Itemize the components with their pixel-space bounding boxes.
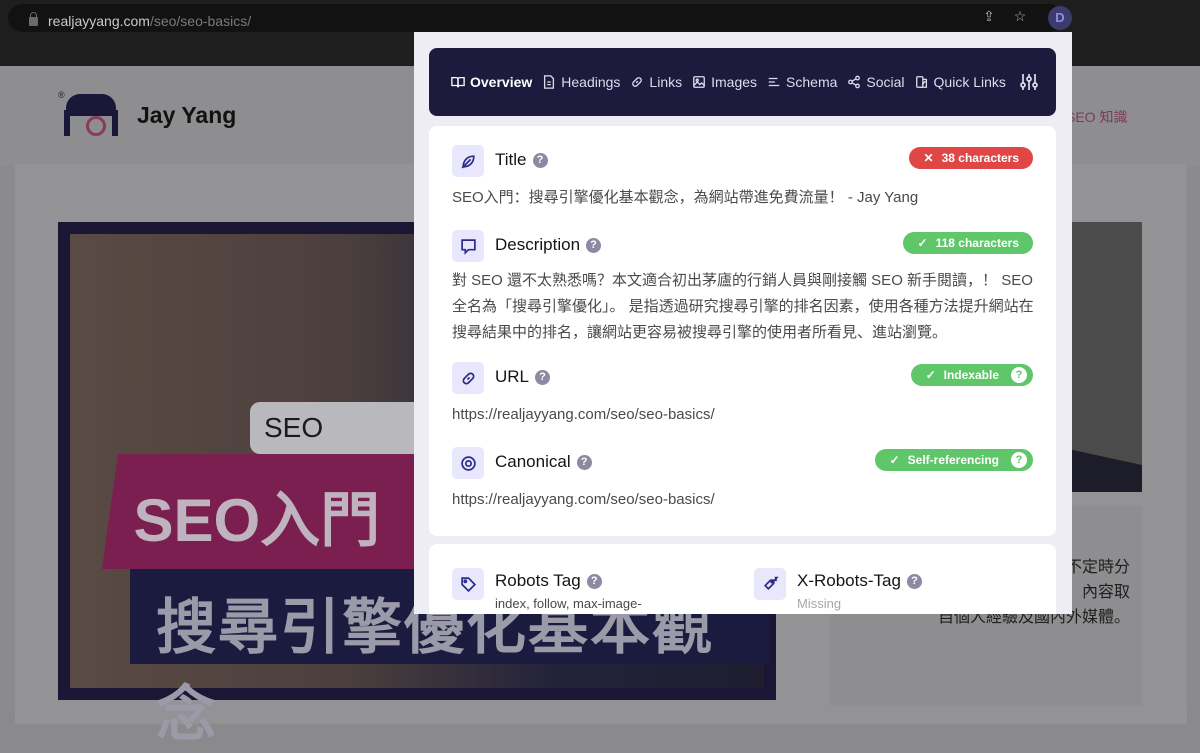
bars-icon [768, 77, 780, 87]
section-title: Title? [495, 150, 548, 170]
tab-links[interactable]: Links [630, 74, 682, 90]
tab-quick-links[interactable]: Quick Links [915, 74, 1006, 90]
help-icon[interactable]: ? [586, 238, 602, 253]
x-robots-tag-label: X-Robots-Tag [797, 571, 901, 590]
address-bar[interactable]: realjayyang.com/seo/seo-basics/ [8, 4, 1063, 32]
share-icon [848, 75, 861, 89]
book-open-icon [451, 76, 465, 88]
magnifier-icon [86, 116, 106, 136]
title-icon-box [452, 145, 484, 177]
check-icon: ✓ [889, 453, 900, 467]
bookmark-star-icon[interactable]: ☆ [1011, 8, 1029, 25]
badge-text: Self-referencing [907, 453, 999, 467]
url-text[interactable]: realjayyang.com/seo/seo-basics/ [48, 13, 251, 29]
help-icon[interactable]: ? [586, 574, 602, 589]
robots-icon-box [452, 568, 484, 600]
registered-mark: ® [58, 90, 65, 100]
title-length-badge: ✕ 38 characters [908, 147, 1033, 169]
section-title: Description? [495, 235, 602, 255]
help-icon[interactable]: ? [535, 370, 551, 385]
canonical-value[interactable]: https://realjayyang.com/seo/seo-basics/ [452, 489, 1042, 511]
tab-label: Links [649, 74, 683, 90]
seo-extension-popup: Overview Headings Links Images Schema So… [414, 32, 1072, 614]
badge-text: Indexable [943, 368, 999, 382]
section-title: Robots Tag? [495, 571, 602, 591]
url-path: /seo/seo-basics/ [149, 13, 252, 29]
help-icon[interactable]: ? [576, 455, 592, 470]
tab-images[interactable]: Images [692, 74, 757, 90]
self-referencing-badge: ✓ Self-referencing? [874, 449, 1033, 471]
tab-overview[interactable]: Overview [451, 74, 532, 90]
nav-item-seo-knowledge[interactable]: SEO 知識 [1066, 107, 1127, 127]
chat-bubble-icon [460, 238, 476, 255]
description-length-badge: ✓ 118 characters [902, 232, 1033, 254]
hero-title: SEO入門 [133, 487, 381, 554]
tab-label: Quick Links [933, 74, 1006, 90]
robots-tag-value: index, follow, max-image- [495, 596, 642, 611]
check-icon: ✓ [917, 236, 928, 250]
description-icon-box [452, 230, 484, 262]
section-title: Canonical? [495, 452, 592, 472]
link-icon [462, 372, 474, 384]
badge-text: 118 characters [935, 236, 1019, 250]
tab-headings[interactable]: Headings [542, 74, 620, 90]
quick-links-icon [915, 76, 927, 88]
help-icon[interactable]: ? [532, 153, 548, 168]
site-name[interactable]: Jay Yang [137, 102, 236, 129]
url-value[interactable]: https://realjayyang.com/seo/seo-basics/ [452, 404, 1042, 426]
x-robots-tag-value: Missing [797, 596, 842, 611]
help-icon[interactable]: ? [1011, 367, 1027, 383]
indexable-badge: ✓ Indexable? [910, 364, 1033, 386]
canonical-icon-box [452, 447, 484, 479]
title-value: SEO入門：搜尋引擎優化基本觀念，為網站帶進免費流量！ - Jay Yang [452, 189, 919, 206]
tab-label: Schema [786, 74, 838, 90]
target-icon [460, 455, 476, 471]
share-icon[interactable]: ⇪ [980, 8, 998, 25]
url-label: URL [495, 367, 530, 386]
link-icon [632, 77, 643, 87]
tags-icon [763, 576, 779, 590]
tab-social[interactable]: Social [847, 74, 905, 90]
description-value: 對 SEO 還不太熟悉嗎？本文適合初出茅廬的行銷人員與剛接觸 SEO 新手閱讀，… [452, 272, 1034, 341]
lock-icon [29, 12, 38, 26]
canonical-label: Canonical [495, 452, 571, 471]
overview-card: Title? ✕ 38 characters SEO入門：搜尋引擎優化基本觀念，為… [429, 126, 1056, 536]
leaf-icon [461, 154, 475, 168]
x-robots-icon-box [754, 568, 786, 600]
error-x-icon: ✕ [923, 151, 934, 165]
tab-schema[interactable]: Schema [767, 74, 837, 90]
tab-label: Headings [561, 74, 621, 90]
tab-label: Images [711, 74, 758, 90]
image-icon [693, 76, 706, 88]
title-label: Title [495, 150, 527, 169]
url-host: realjayyang.com [48, 13, 150, 29]
badge-text: 38 characters [941, 151, 1019, 165]
site-logo[interactable]: ® [58, 90, 122, 142]
robots-card: Robots Tag? index, follow, max-image- X-… [429, 544, 1056, 614]
sliders-icon[interactable] [1019, 72, 1039, 92]
robots-tag-label: Robots Tag [495, 571, 581, 590]
document-icon [544, 75, 555, 89]
url-icon-box [452, 362, 484, 394]
tag-icon [460, 576, 476, 592]
help-icon[interactable]: ? [906, 574, 922, 589]
tab-bar: Overview Headings Links Images Schema So… [429, 48, 1056, 116]
tab-label: Social [866, 74, 905, 90]
check-icon: ✓ [925, 368, 936, 382]
description-label: Description [495, 235, 581, 254]
tab-label: Overview [470, 74, 533, 90]
help-icon[interactable]: ? [1011, 452, 1027, 468]
hero-search-text: SEO [264, 412, 324, 443]
extension-icon[interactable]: D [1048, 6, 1072, 30]
section-title: URL? [495, 367, 551, 387]
section-title: X-Robots-Tag? [797, 571, 922, 591]
